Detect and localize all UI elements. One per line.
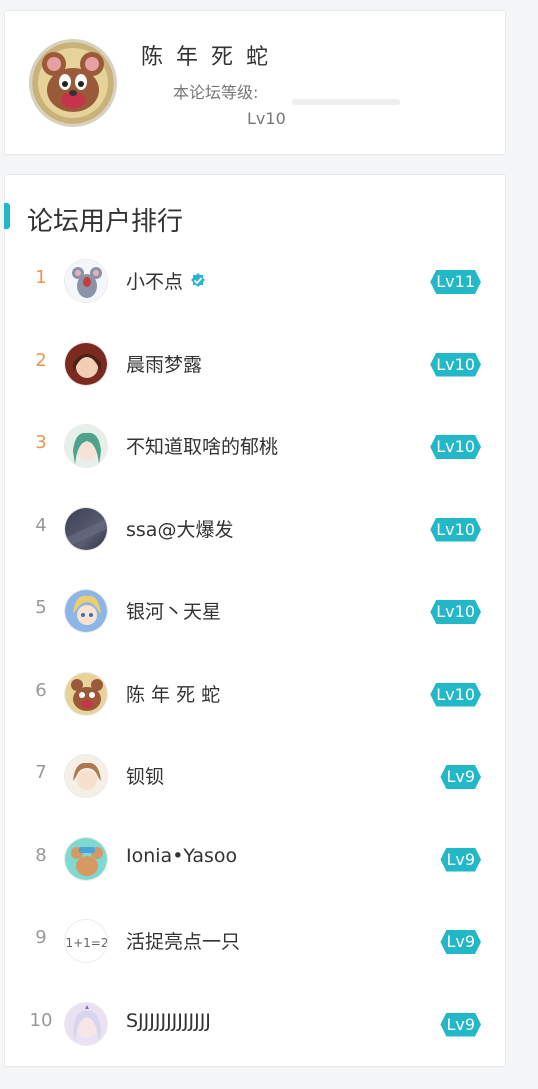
ranking-row[interactable]: 9 1+1=2 活捉亮点一只 Lv9 xyxy=(5,911,505,971)
user-avatar[interactable]: 1+1=2 xyxy=(64,919,108,963)
user-avatar[interactable] xyxy=(64,424,108,468)
user-name[interactable]: Ionia•Yasoo xyxy=(126,845,237,867)
rank-number: 8 xyxy=(35,844,47,866)
rank-number: 5 xyxy=(35,597,47,618)
level-badge: Lv11 xyxy=(430,270,481,294)
verified-badge-icon xyxy=(189,272,207,290)
ranking-row[interactable]: 6 陈 年 死 蛇 Lv10 xyxy=(5,664,505,724)
ranking-row[interactable]: 4 ssa@大爆发 Lv10 xyxy=(5,499,505,559)
rank-number: 9 xyxy=(35,927,47,948)
rank-number: 6 xyxy=(35,679,47,701)
level-badge: Lv10 xyxy=(430,518,481,542)
user-name-text[interactable]: 银河丶天星 xyxy=(126,601,221,623)
ranking-row[interactable]: 10 SJJJJJJJJJJJJJ Lv9 xyxy=(5,994,505,1054)
user-avatar[interactable] xyxy=(64,836,108,881)
ranking-row[interactable]: 1 小不点 Lv11 xyxy=(5,251,505,311)
user-name-text[interactable]: 不知道取啥的郁桃 xyxy=(126,436,278,458)
rank-number: 3 xyxy=(35,432,47,453)
ranking-row[interactable]: 5 银河丶天星 Lv10 xyxy=(5,581,505,641)
user-name-text[interactable]: 小不点 xyxy=(126,271,183,293)
level-badge: Lv9 xyxy=(440,1013,481,1037)
rank-number: 4 xyxy=(35,514,47,536)
level-badge: Lv10 xyxy=(430,600,481,624)
user-name-text[interactable]: SJJJJJJJJJJJJJ xyxy=(126,1010,211,1032)
user-name[interactable]: 活捉亮点一只 xyxy=(126,927,240,954)
user-name[interactable]: 不知道取啥的郁桃 xyxy=(126,432,278,459)
level-badge: Lv9 xyxy=(440,930,481,954)
user-avatar[interactable] xyxy=(64,259,108,303)
level-progress-bar xyxy=(292,99,400,105)
user-name-text[interactable]: Ionia•Yasoo xyxy=(126,845,237,867)
ranking-row[interactable]: 7 钡钡 Lv9 xyxy=(5,746,505,806)
title-accent-bar xyxy=(4,203,10,229)
user-name[interactable]: 银河丶天星 xyxy=(126,597,221,624)
user-avatar[interactable] xyxy=(64,506,108,551)
user-avatar[interactable] xyxy=(64,1001,108,1046)
user-name[interactable]: 陈 年 死 蛇 xyxy=(126,680,220,707)
ranking-row[interactable]: 3 不知道取啥的郁桃 Lv10 xyxy=(5,416,505,476)
cartoon-cat-avatar-icon xyxy=(32,42,114,124)
user-name-text[interactable]: 活捉亮点一只 xyxy=(126,931,240,953)
profile-card: 陈 年 死 蛇 本论坛等级: Lv10 xyxy=(4,10,506,155)
profile-avatar[interactable] xyxy=(29,39,117,127)
level-label: 本论坛等级: xyxy=(173,83,259,102)
user-avatar[interactable] xyxy=(64,671,108,716)
ranking-title: 论坛用户排行 xyxy=(27,207,184,237)
user-avatar[interactable] xyxy=(64,341,108,386)
level-badge: Lv9 xyxy=(440,848,481,872)
user-name[interactable]: SJJJJJJJJJJJJJ xyxy=(126,1010,211,1032)
user-avatar[interactable] xyxy=(64,754,108,798)
rank-number: 2 xyxy=(35,349,47,371)
profile-name: 陈 年 死 蛇 xyxy=(141,45,271,70)
ranking-row[interactable]: 2 晨雨梦露 Lv10 xyxy=(5,334,505,394)
level-badge: Lv10 xyxy=(430,435,481,459)
user-name-text[interactable]: 钡钡 xyxy=(126,766,164,788)
ranking-row[interactable]: 8 Ionia•Yasoo Lv9 xyxy=(5,829,505,889)
rank-number: 1 xyxy=(35,267,47,288)
rank-number: 7 xyxy=(35,762,47,783)
rank-number: 10 xyxy=(29,1009,53,1031)
user-avatar[interactable] xyxy=(64,589,108,633)
user-name[interactable]: 晨雨梦露 xyxy=(126,350,202,377)
user-name-text[interactable]: 陈 年 死 蛇 xyxy=(126,684,220,706)
level-value: Lv10 xyxy=(247,109,286,128)
user-name[interactable]: ssa@大爆发 xyxy=(126,515,233,542)
user-name-text[interactable]: 晨雨梦露 xyxy=(126,354,202,376)
level-badge: Lv10 xyxy=(430,683,481,707)
user-name[interactable]: 小不点 xyxy=(126,267,207,294)
level-badge: Lv10 xyxy=(430,353,481,377)
ranking-card: 论坛用户排行 1 小不点 Lv11 2 晨雨梦露 Lv10 3 不知道取啥的郁桃 Lv10 4 ss… xyxy=(4,174,506,1067)
user-name[interactable]: 钡钡 xyxy=(126,762,164,789)
level-badge: Lv9 xyxy=(440,765,481,789)
user-name-text[interactable]: ssa@大爆发 xyxy=(126,519,233,541)
svg-text:1+1=2: 1+1=2 xyxy=(65,936,108,950)
